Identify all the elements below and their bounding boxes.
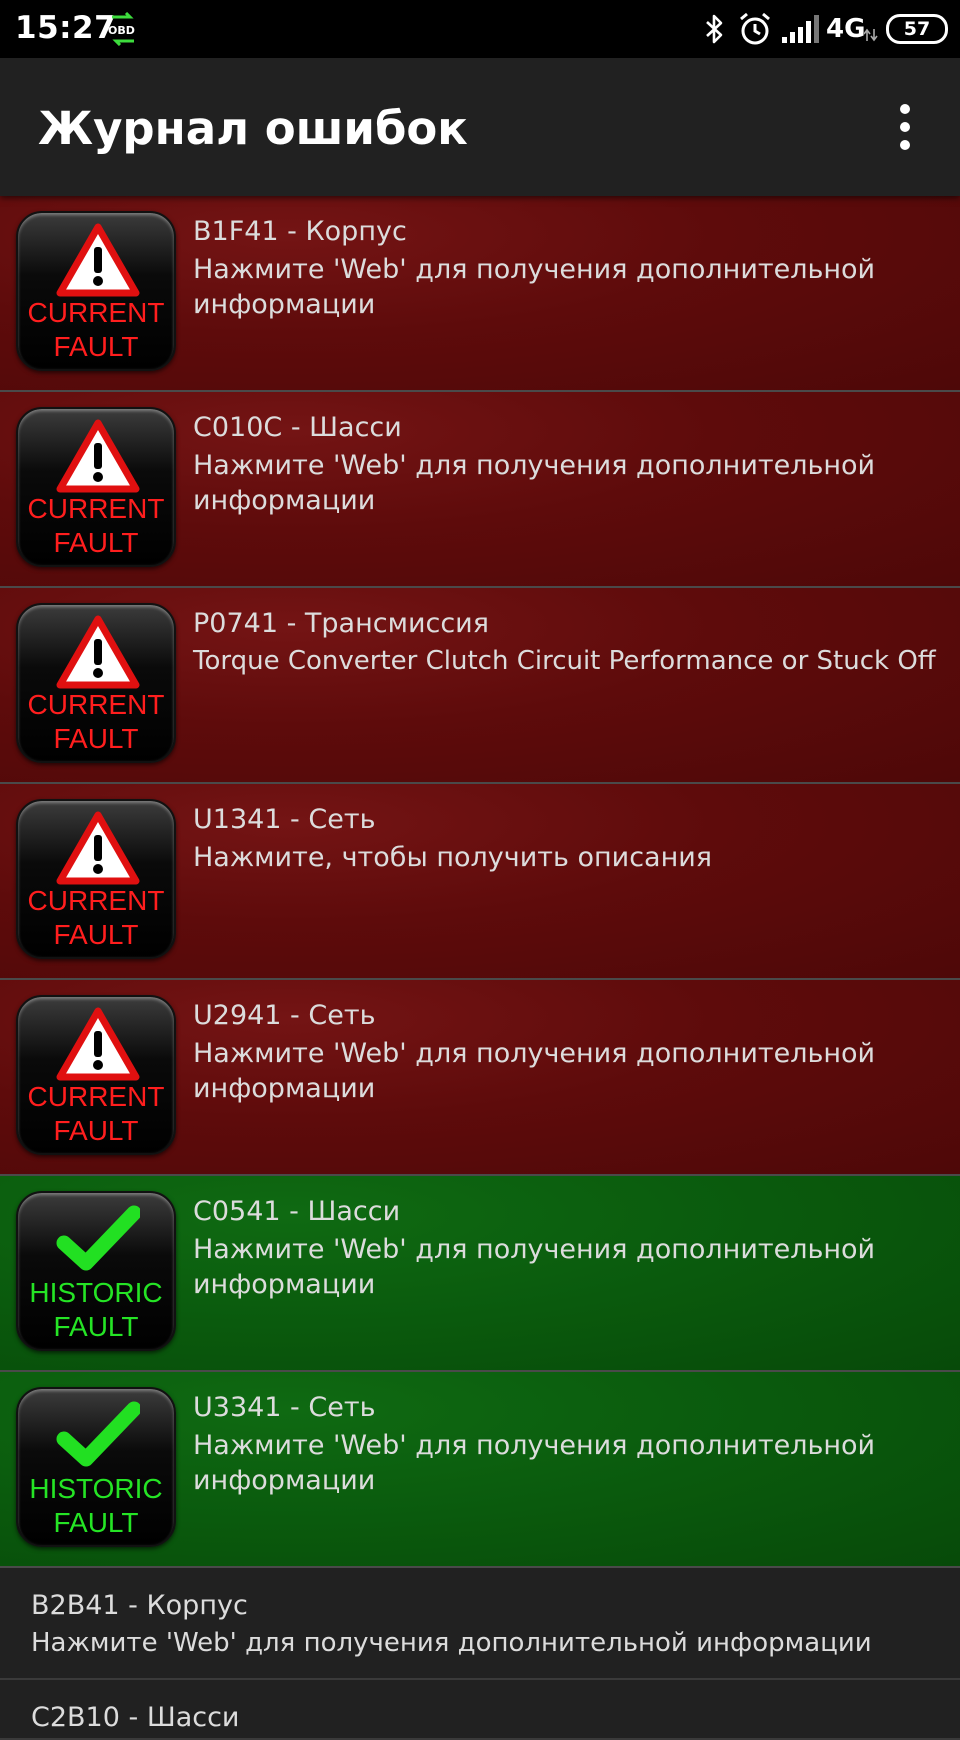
fault-code: B2B41 - Корпус xyxy=(31,1590,248,1621)
fault-text: C0541 - Шасси Нажмите 'Web' для получени… xyxy=(193,1194,944,1302)
fault-list-item[interactable]: HISTORIC FAULT C0541 - Шасси Нажмите 'We… xyxy=(0,1176,960,1372)
fault-list-item[interactable]: CURRENT FAULT C010C - Шасси Нажмите 'Web… xyxy=(0,392,960,588)
menu-dot xyxy=(900,140,910,150)
fault-text: U1341 - Сеть Нажмите, чтобы получить опи… xyxy=(193,802,944,875)
fault-description: Нажмите 'Web' для получения дополнительн… xyxy=(193,254,876,320)
badge-label-top: HISTORIC xyxy=(29,1277,163,1308)
fault-code: B1F41 - Корпус xyxy=(193,216,407,247)
fault-code: C2B10 - Шасси xyxy=(31,1702,240,1733)
alarm-icon xyxy=(740,12,770,45)
overflow-menu-icon[interactable] xyxy=(890,104,920,150)
badge-label-top: HISTORIC xyxy=(29,1473,163,1504)
signal-icon xyxy=(782,15,819,43)
badge-label-bottom: FAULT xyxy=(53,1115,139,1146)
fault-code: C010C - Шасси xyxy=(193,412,402,443)
warning-triangle-icon xyxy=(56,811,140,885)
badge-label-bottom: FAULT xyxy=(53,1311,139,1342)
warning-triangle-icon xyxy=(56,419,140,493)
badge-label-bottom: FAULT xyxy=(53,919,139,950)
data-activity-icon xyxy=(864,28,878,42)
badge-label-top: CURRENT xyxy=(27,1081,165,1112)
fault-code: U3341 - Сеть xyxy=(193,1392,376,1423)
fault-text: B2B41 - Корпус Нажмите 'Web' для получен… xyxy=(31,1588,944,1661)
current-fault-badge: CURRENT FAULT xyxy=(16,603,176,763)
fault-description: Нажмите 'Web' для получения дополнительн… xyxy=(193,1038,876,1104)
fault-description: Нажмите 'Web' для получения дополнительн… xyxy=(193,1234,876,1300)
menu-dot xyxy=(900,104,910,114)
fault-code: U1341 - Сеть xyxy=(193,804,376,835)
fault-list-item[interactable]: HISTORIC FAULT U3341 - Сеть Нажмите 'Web… xyxy=(0,1372,960,1568)
fault-list-item[interactable]: CURRENT FAULT U2941 - Сеть Нажмите 'Web'… xyxy=(0,980,960,1176)
badge-label-bottom: FAULT xyxy=(53,331,139,362)
fault-description: Нажмите, чтобы получить описания xyxy=(193,842,713,873)
network-type: 4G xyxy=(826,14,866,44)
fault-text: C010C - Шасси Нажмите 'Web' для получени… xyxy=(193,410,944,518)
badge-label-top: CURRENT xyxy=(27,885,165,916)
badge-label-top: CURRENT xyxy=(27,689,165,720)
badge-label-bottom: FAULT xyxy=(53,1507,139,1538)
fault-text: U2941 - Сеть Нажмите 'Web' для получения… xyxy=(193,998,944,1106)
historic-fault-badge: HISTORIC FAULT xyxy=(16,1191,176,1351)
obd-notification-icon: OBD xyxy=(108,12,135,46)
fault-list-item[interactable]: CURRENT FAULT U1341 - Сеть Нажмите, чтоб… xyxy=(0,784,960,980)
page-title: Журнал ошибок xyxy=(38,102,468,155)
fault-list-item[interactable]: B2B41 - Корпус Нажмите 'Web' для получен… xyxy=(0,1568,960,1680)
current-fault-badge: CURRENT FAULT xyxy=(16,799,176,959)
menu-dot xyxy=(900,122,910,132)
obd-label: OBD xyxy=(108,24,135,37)
fault-list-item[interactable]: CURRENT FAULT B1F41 - Корпус Нажмите 'We… xyxy=(0,196,960,392)
status-time: 15:27 xyxy=(15,10,117,46)
fault-list: CURRENT FAULT B1F41 - Корпус Нажмите 'We… xyxy=(0,196,960,1740)
warning-triangle-icon xyxy=(56,1007,140,1081)
fault-description: Нажмите 'Web' для получения дополнительн… xyxy=(193,1430,876,1496)
current-fault-badge: CURRENT FAULT xyxy=(16,407,176,567)
fault-list-item[interactable]: CURRENT FAULT P0741 - Трансмиссия Torque… xyxy=(0,588,960,784)
fault-description: Нажмите 'Web' для получения дополнительн… xyxy=(31,1628,872,1658)
status-bar: 15:27 OBD 4G 57 xyxy=(0,0,960,58)
battery-indicator: 57 xyxy=(886,14,948,44)
badge-label-bottom: FAULT xyxy=(53,723,139,754)
fault-text: B1F41 - Корпус Нажмите 'Web' для получен… xyxy=(193,214,944,322)
fault-code: P0741 - Трансмиссия xyxy=(193,608,489,639)
historic-fault-badge: HISTORIC FAULT xyxy=(16,1387,176,1547)
fault-text: U3341 - Сеть Нажмите 'Web' для получения… xyxy=(193,1390,944,1498)
fault-text: C2B10 - Шасси xyxy=(31,1700,944,1738)
badge-label-top: CURRENT xyxy=(27,297,165,328)
app-bar: Журнал ошибок xyxy=(0,58,960,196)
fault-description: Нажмите 'Web' для получения дополнительн… xyxy=(193,450,876,516)
checkmark-icon xyxy=(56,1205,140,1271)
fault-code: C0541 - Шасси xyxy=(193,1196,401,1227)
warning-triangle-icon xyxy=(56,615,140,689)
fault-description: Torque Converter Clutch Circuit Performa… xyxy=(193,646,936,676)
fault-code: U2941 - Сеть xyxy=(193,1000,376,1031)
bluetooth-icon xyxy=(706,14,723,44)
warning-triangle-icon xyxy=(56,223,140,297)
checkmark-icon xyxy=(56,1401,140,1467)
fault-list-item[interactable]: C2B10 - Шасси xyxy=(0,1680,960,1740)
fault-text: P0741 - Трансмиссия Torque Converter Clu… xyxy=(193,606,944,679)
current-fault-badge: CURRENT FAULT xyxy=(16,995,176,1155)
current-fault-badge: CURRENT FAULT xyxy=(16,211,176,371)
badge-label-bottom: FAULT xyxy=(53,527,139,558)
badge-label-top: CURRENT xyxy=(27,493,165,524)
